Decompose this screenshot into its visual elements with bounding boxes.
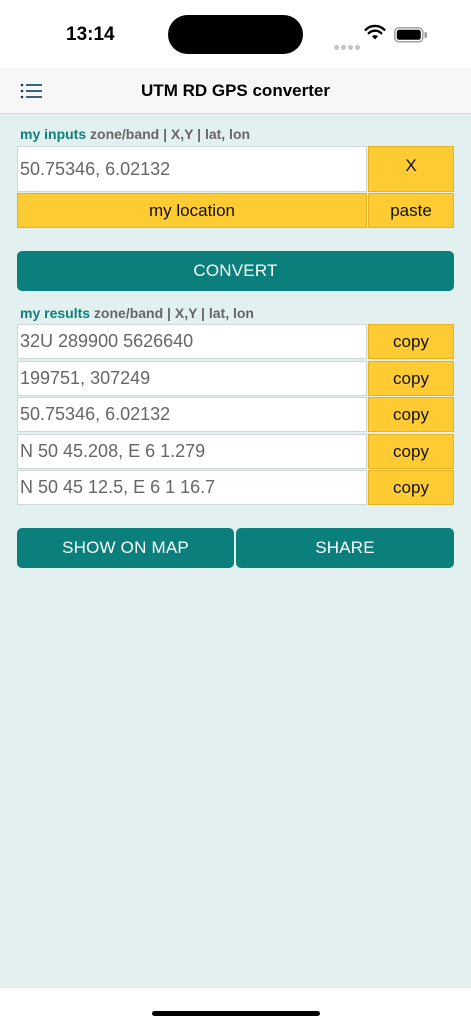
status-time: 13:14 — [66, 24, 115, 45]
clear-input-button[interactable]: X — [368, 146, 454, 192]
copy-utm-button[interactable]: copy — [368, 324, 454, 359]
inputs-section-label: my inputs zone/band | X,Y | lat, lon — [20, 126, 250, 142]
inputs-label-rest: zone/band | X,Y | lat, lon — [86, 126, 251, 142]
copy-decimal-button[interactable]: copy — [368, 397, 454, 432]
result-degrees-minutes: N 50 45.208, E 6 1.279 — [17, 434, 367, 469]
paste-button[interactable]: paste — [368, 193, 454, 228]
my-location-button[interactable]: my location — [17, 193, 367, 228]
dynamic-island — [168, 15, 303, 54]
results-label-rest: zone/band | X,Y | lat, lon — [90, 305, 254, 321]
navigation-bar: UTM RD GPS converter — [0, 68, 471, 114]
signal-icon — [334, 37, 362, 55]
wifi-icon — [364, 24, 386, 40]
result-utm: 32U 289900 5626640 — [17, 324, 367, 359]
inputs-label-accent: my inputs — [20, 126, 87, 142]
copy-rd-button[interactable]: copy — [368, 361, 454, 396]
result-rd: 199751, 307249 — [17, 361, 367, 396]
status-bar: 13:14 — [0, 0, 471, 68]
page-title: UTM RD GPS converter — [141, 81, 330, 100]
results-label-accent: my results — [20, 305, 91, 321]
result-dms: N 50 45 12.5, E 6 1 16.7 — [17, 470, 367, 505]
home-indicator[interactable] — [152, 1011, 320, 1016]
home-area — [0, 988, 471, 1024]
copy-dm-button[interactable]: copy — [368, 434, 454, 469]
coordinate-input[interactable] — [17, 146, 367, 192]
results-section-label: my results zone/band | X,Y | lat, lon — [20, 305, 254, 321]
show-on-map-button[interactable]: SHOW ON MAP — [17, 528, 234, 568]
battery-icon — [394, 27, 427, 43]
result-decimal-degrees: 50.75346, 6.02132 — [17, 397, 367, 432]
share-button[interactable]: SHARE — [236, 528, 454, 568]
copy-dms-button[interactable]: copy — [368, 470, 454, 505]
convert-button[interactable]: CONVERT — [17, 251, 454, 291]
